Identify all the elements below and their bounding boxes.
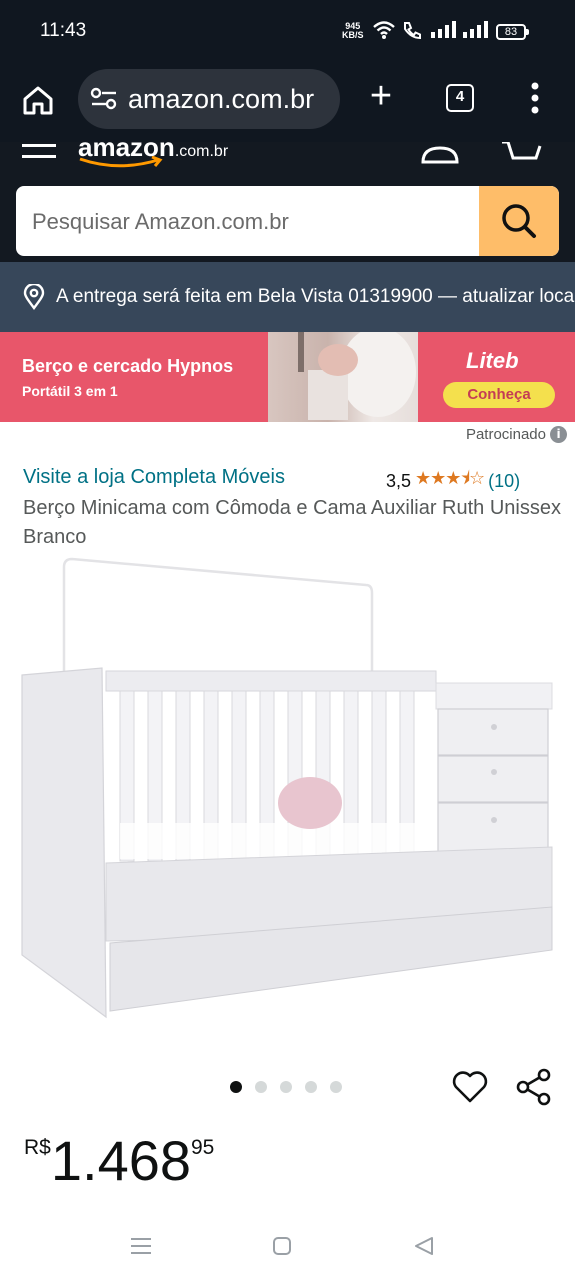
cart-icon[interactable] bbox=[500, 142, 542, 164]
share-icon[interactable] bbox=[514, 1067, 554, 1107]
carousel-dot-4[interactable] bbox=[305, 1081, 317, 1093]
amazon-header: amazon.com.br bbox=[0, 142, 575, 262]
info-icon[interactable]: i bbox=[550, 426, 567, 443]
signal-icon-2 bbox=[463, 21, 488, 38]
tab-switcher-button[interactable]: 4 bbox=[446, 84, 474, 112]
battery-icon: 83 bbox=[496, 24, 529, 40]
account-icon[interactable] bbox=[420, 142, 460, 164]
search-button[interactable] bbox=[479, 186, 559, 256]
amazon-logo[interactable]: amazon.com.br bbox=[78, 142, 228, 168]
clock: 11:43 bbox=[40, 20, 87, 41]
price-currency: R$ bbox=[24, 1136, 51, 1159]
sponsored-label[interactable]: Patrocinado i bbox=[466, 426, 567, 443]
price-whole: 1.468 bbox=[50, 1129, 191, 1192]
carousel-dot-1[interactable] bbox=[230, 1081, 242, 1093]
wishlist-heart-icon[interactable] bbox=[451, 1068, 489, 1106]
wifi-icon bbox=[373, 21, 395, 39]
menu-icon[interactable] bbox=[22, 142, 56, 160]
banner-brand-logo: Liteb bbox=[466, 348, 519, 373]
carousel-dot-2[interactable] bbox=[255, 1081, 267, 1093]
image-carousel-dots[interactable] bbox=[230, 1081, 342, 1093]
delivery-text: A entrega será feita em Bela Vista 01319… bbox=[56, 286, 575, 307]
signal-icon bbox=[431, 21, 456, 38]
site-settings-icon[interactable] bbox=[90, 87, 118, 111]
address-bar[interactable]: amazon.com.br bbox=[78, 69, 340, 129]
more-options-icon[interactable] bbox=[525, 80, 545, 116]
product-price: R$1.46895 bbox=[24, 1128, 214, 1193]
location-pin-icon bbox=[23, 284, 45, 310]
search-bar bbox=[16, 186, 559, 256]
price-cents: 95 bbox=[191, 1136, 215, 1159]
call-icon bbox=[404, 22, 421, 40]
search-input[interactable] bbox=[16, 186, 494, 256]
back-icon[interactable] bbox=[414, 1236, 434, 1256]
sponsored-banner[interactable]: Berço e cercado Hypnos Portátil 3 em 1 L… bbox=[0, 332, 575, 422]
product-image[interactable] bbox=[20, 555, 560, 1025]
system-nav-bar bbox=[0, 1210, 575, 1280]
banner-subtitle: Portátil 3 em 1 bbox=[22, 383, 118, 399]
home-nav-icon[interactable] bbox=[273, 1237, 291, 1255]
carousel-dot-5[interactable] bbox=[330, 1081, 342, 1093]
banner-crib-image bbox=[298, 332, 416, 420]
store-link[interactable]: Visite a loja Completa Móveis bbox=[23, 466, 285, 489]
carousel-dot-3[interactable] bbox=[280, 1081, 292, 1093]
browser-toolbar: amazon.com.br + 4 bbox=[0, 66, 575, 142]
delivery-location-bar[interactable]: A entrega será feita em Bela Vista 01319… bbox=[0, 262, 575, 332]
recent-apps-icon[interactable] bbox=[130, 1236, 152, 1256]
banner-photo bbox=[268, 332, 418, 422]
rating-stars-icon: ★★★⯨☆ bbox=[415, 468, 485, 489]
rating-value: 3,5 bbox=[386, 470, 412, 491]
banner-cta-button[interactable]: Conheça bbox=[443, 382, 555, 408]
url-text[interactable]: amazon.com.br bbox=[128, 84, 314, 115]
product-rating[interactable]: 3,5 ★★★⯨☆ (10) bbox=[386, 466, 520, 496]
product-title: Berço Minicama com Cômoda e Cama Auxilia… bbox=[23, 497, 561, 548]
new-tab-button[interactable]: + bbox=[362, 77, 400, 116]
search-icon bbox=[502, 204, 536, 238]
network-speed: 945 KB/S bbox=[342, 21, 364, 40]
rating-count[interactable]: (10) bbox=[488, 471, 520, 492]
banner-title: Berço e cercado Hypnos bbox=[22, 356, 234, 376]
logo-smile-icon bbox=[79, 156, 163, 168]
status-bar: 11:43 945 KB/S 83 bbox=[0, 0, 575, 66]
home-icon[interactable] bbox=[18, 80, 58, 120]
